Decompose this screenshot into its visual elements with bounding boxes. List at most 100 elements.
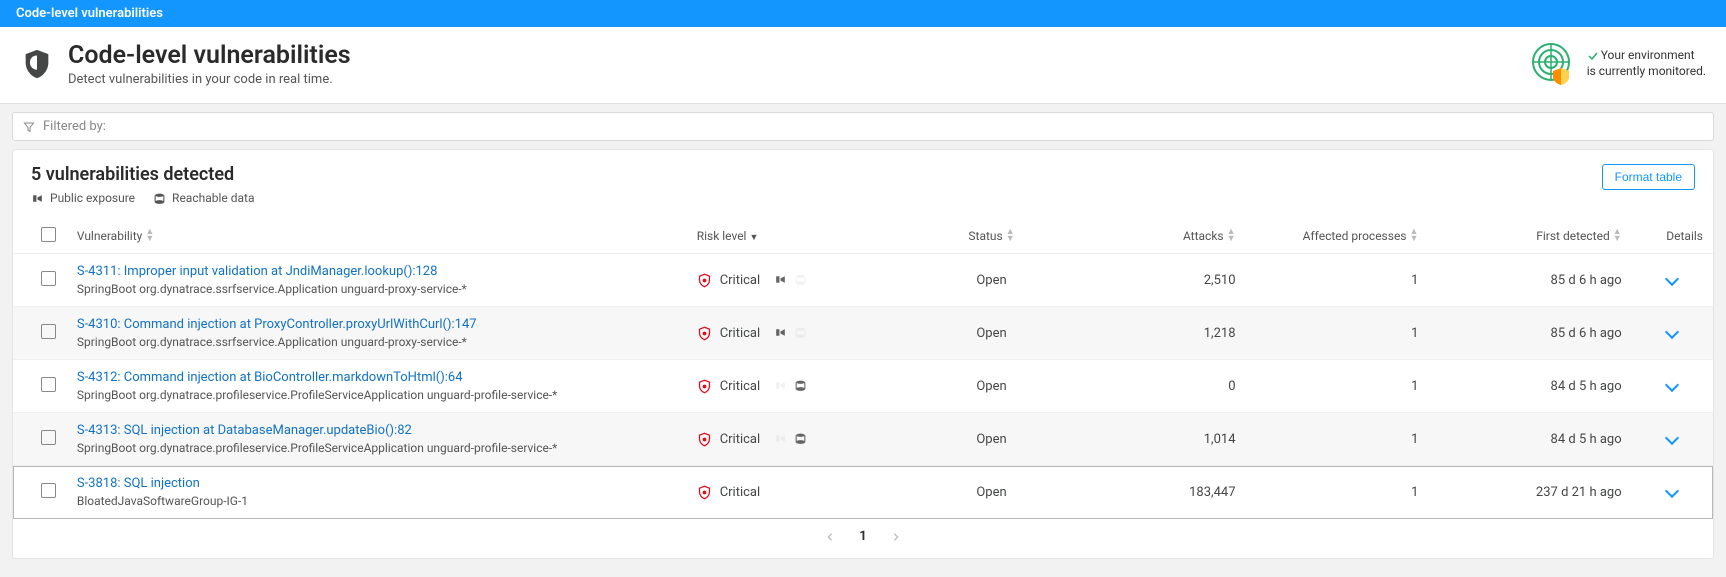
reachable-data-icon	[153, 192, 166, 205]
processes-cell: 1	[1246, 307, 1429, 360]
vulnerability-source: SpringBoot org.dynatrace.profileservice.…	[77, 388, 677, 402]
row-checkbox[interactable]	[41, 430, 56, 445]
checkmark-icon	[1587, 50, 1599, 62]
processes-cell: 1	[1246, 466, 1429, 519]
chevron-down-icon	[1665, 483, 1679, 497]
processes-cell: 1	[1246, 413, 1429, 466]
vulnerability-source: SpringBoot org.dynatrace.ssrfservice.App…	[77, 335, 677, 349]
first-detected-cell: 84 d 5 h ago	[1428, 360, 1631, 413]
row-checkbox[interactable]	[41, 483, 56, 498]
chevron-down-icon	[1665, 377, 1679, 391]
legend-public-exposure: Public exposure	[31, 191, 135, 205]
vulnerability-link[interactable]: S-4313: SQL injection at DatabaseManager…	[77, 423, 677, 438]
risk-shield-icon	[697, 432, 712, 447]
attacks-cell: 1,014	[1093, 413, 1245, 466]
page-header: Code-level vulnerabilities Detect vulner…	[0, 27, 1726, 104]
processes-cell: 1	[1246, 254, 1429, 307]
sort-icon: ▲▼	[1227, 229, 1236, 243]
sort-icon: ▲▼	[145, 229, 154, 243]
column-first-detected[interactable]: First detected▲▼	[1428, 219, 1631, 254]
first-detected-cell: 85 d 6 h ago	[1428, 254, 1631, 307]
environment-status: Your environment is currently monitored.	[1531, 42, 1706, 86]
select-all-checkbox[interactable]	[41, 227, 56, 242]
expand-row-button[interactable]	[1667, 273, 1677, 288]
vulnerability-link[interactable]: S-4311: Improper input validation at Jnd…	[77, 264, 677, 279]
breadcrumb-title: Code-level vulnerabilities	[16, 6, 163, 21]
processes-cell: 1	[1246, 360, 1429, 413]
reachable-data-icon	[794, 432, 808, 446]
row-checkbox[interactable]	[41, 377, 56, 392]
vulnerability-link[interactable]: S-3818: SQL injection	[77, 476, 677, 491]
reachable-data-icon	[794, 379, 808, 393]
first-detected-cell: 84 d 5 h ago	[1428, 413, 1631, 466]
column-status[interactable]: Status▲▼	[890, 219, 1093, 254]
expand-row-button[interactable]	[1667, 432, 1677, 447]
column-risk-level[interactable]: Risk level ▼	[687, 219, 890, 254]
page-title: Code-level vulnerabilities	[68, 41, 351, 70]
page-subtitle: Detect vulnerabilities in your code in r…	[68, 72, 351, 87]
public-exposure-icon	[31, 192, 44, 205]
chevron-down-icon	[1665, 324, 1679, 338]
reachable-data-icon	[794, 326, 808, 340]
filter-label: Filtered by:	[43, 119, 106, 134]
table-row: S-4310: Command injection at ProxyContro…	[13, 307, 1713, 360]
row-checkbox[interactable]	[41, 271, 56, 286]
column-attacks[interactable]: Attacks▲▼	[1093, 219, 1245, 254]
vulnerability-link[interactable]: S-4310: Command injection at ProxyContro…	[77, 317, 677, 332]
risk-shield-icon	[697, 485, 712, 500]
column-affected-processes[interactable]: Affected processes▲▼	[1246, 219, 1429, 254]
vulnerability-source: SpringBoot org.dynatrace.profileservice.…	[77, 441, 677, 455]
sort-icon: ▲▼	[1410, 229, 1419, 243]
column-details: Details	[1632, 219, 1713, 254]
sort-icon: ▲▼	[1613, 229, 1622, 243]
pager-current-page: 1	[859, 529, 866, 544]
filter-bar[interactable]: Filtered by:	[12, 112, 1714, 141]
expand-row-button[interactable]	[1667, 326, 1677, 341]
sort-icon: ▲▼	[1006, 229, 1015, 243]
attacks-cell: 183,447	[1093, 466, 1245, 519]
attacks-cell: 0	[1093, 360, 1245, 413]
vulnerability-link[interactable]: S-4312: Command injection at BioControll…	[77, 370, 677, 385]
risk-level-label: Critical	[720, 273, 760, 288]
vulnerability-source: BloatedJavaSoftwareGroup-IG-1	[77, 494, 677, 508]
format-table-button[interactable]: Format table	[1602, 164, 1695, 190]
vulnerability-table: Vulnerability▲▼ Risk level ▼ Status▲▼ At…	[13, 219, 1713, 519]
risk-level-label: Critical	[720, 432, 760, 447]
env-status-text-1: Your environment	[1601, 48, 1695, 62]
first-detected-cell: 237 d 21 h ago	[1428, 466, 1631, 519]
vulnerability-source: SpringBoot org.dynatrace.ssrfservice.App…	[77, 282, 677, 296]
status-cell: Open	[890, 254, 1093, 307]
status-cell: Open	[890, 360, 1093, 413]
risk-level-label: Critical	[720, 326, 760, 341]
chevron-down-icon	[1665, 430, 1679, 444]
detected-count-title: 5 vulnerabilities detected	[31, 164, 255, 185]
breadcrumb-bar: Code-level vulnerabilities	[0, 0, 1726, 27]
status-cell: Open	[890, 307, 1093, 360]
pager-prev[interactable]	[825, 530, 835, 544]
status-cell: Open	[890, 466, 1093, 519]
public-exposure-icon	[774, 326, 788, 340]
table-row: S-3818: SQL injection BloatedJavaSoftwar…	[13, 466, 1713, 519]
first-detected-cell: 85 d 6 h ago	[1428, 307, 1631, 360]
risk-level-label: Critical	[720, 379, 760, 394]
row-checkbox[interactable]	[41, 324, 56, 339]
risk-level-label: Critical	[720, 485, 760, 500]
status-cell: Open	[890, 413, 1093, 466]
expand-row-button[interactable]	[1667, 485, 1677, 500]
legend-reachable-data: Reachable data	[153, 191, 254, 205]
column-vulnerability[interactable]: Vulnerability▲▼	[67, 219, 687, 254]
attacks-cell: 2,510	[1093, 254, 1245, 307]
expand-row-button[interactable]	[1667, 379, 1677, 394]
pagination: 1	[13, 519, 1713, 548]
table-row: S-4312: Command injection at BioControll…	[13, 360, 1713, 413]
public-exposure-icon	[774, 379, 788, 393]
table-row: S-4311: Improper input validation at Jnd…	[13, 254, 1713, 307]
pager-next[interactable]	[891, 530, 901, 544]
table-row: S-4313: SQL injection at DatabaseManager…	[13, 413, 1713, 466]
reachable-data-icon	[794, 273, 808, 287]
public-exposure-icon	[774, 273, 788, 287]
risk-shield-icon	[697, 326, 712, 341]
chevron-down-icon	[1665, 271, 1679, 285]
vulnerability-panel: 5 vulnerabilities detected Public exposu…	[12, 149, 1714, 559]
env-status-text-2: is currently monitored.	[1587, 64, 1706, 78]
